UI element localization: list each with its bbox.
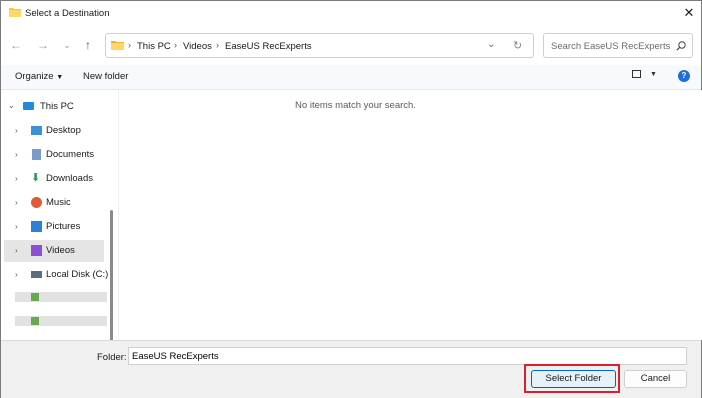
chevron-right-icon[interactable]: ›	[15, 246, 18, 255]
sidebar-item-label: Pictures	[46, 221, 81, 232]
chevron-right-icon[interactable]: ›	[15, 174, 18, 183]
drive-icon	[31, 271, 42, 278]
computer-icon	[23, 102, 34, 110]
command-bar: Organize ▼ New folder ▼ ?	[1, 65, 701, 90]
chevron-right-icon[interactable]: ›	[15, 222, 18, 231]
navigation-pane: ⌄ This PC › Desktop › Documents › ⬇ Down…	[1, 90, 116, 340]
videos-icon	[31, 245, 42, 256]
chevron-right-icon[interactable]: ›	[15, 150, 18, 159]
cancel-button[interactable]: Cancel	[624, 370, 687, 388]
footer-bar: Folder: Select Folder Cancel	[1, 340, 701, 398]
window-title: Select a Destination	[25, 8, 110, 19]
folder-icon	[111, 41, 124, 50]
blurred-drive-icon	[31, 317, 39, 325]
blurred-drive-item	[15, 316, 107, 326]
sidebar-item-label: Desktop	[46, 125, 81, 136]
chevron-right-icon[interactable]: ›	[15, 126, 18, 135]
sidebar-item-label: Downloads	[46, 173, 93, 184]
view-dropdown-icon[interactable]: ▼	[650, 71, 657, 78]
breadcrumb-separator-icon: ›	[174, 40, 177, 50]
search-icon[interactable]	[676, 41, 686, 51]
sidebar-item-videos[interactable]: › Videos	[4, 240, 104, 262]
breadcrumb-separator-icon: ›	[128, 40, 131, 50]
organize-dropdown-icon: ▼	[56, 74, 64, 81]
close-button[interactable]: ✕	[678, 3, 700, 23]
organize-menu[interactable]: Organize ▼	[15, 71, 63, 82]
chevron-down-icon[interactable]: ⌄	[8, 101, 15, 110]
pictures-icon	[31, 221, 42, 232]
organize-label: Organize	[15, 71, 54, 82]
download-arrow-icon: ⬇	[31, 172, 41, 184]
search-box[interactable]: Search EaseUS RecExperts	[543, 33, 693, 58]
sidebar-item-label: Videos	[46, 245, 75, 256]
desktop-icon	[31, 126, 42, 135]
folder-icon	[9, 8, 21, 17]
recent-locations-chevron-icon[interactable]: ⌄	[58, 36, 76, 54]
empty-message: No items match your search.	[295, 100, 416, 111]
refresh-icon[interactable]: ↻	[513, 39, 522, 52]
breadcrumb-this-pc[interactable]: This PC	[137, 41, 171, 52]
breadcrumb-videos[interactable]: Videos	[183, 41, 212, 52]
back-arrow-icon[interactable]: ←	[7, 36, 25, 54]
folder-label: Folder:	[97, 352, 127, 363]
address-history-chevron-icon[interactable]: ⌄	[487, 39, 495, 50]
sidebar-item-label: Local Disk (C:)	[46, 269, 109, 280]
chevron-right-icon[interactable]: ›	[15, 198, 18, 207]
sidebar-item-documents[interactable]: › Documents	[4, 144, 104, 166]
search-input[interactable]: Search EaseUS RecExperts	[551, 41, 670, 52]
sidebar-item-label: This PC	[40, 101, 74, 112]
new-folder-button[interactable]: New folder	[83, 71, 128, 82]
file-list-area[interactable]: No items match your search.	[118, 90, 702, 340]
up-arrow-icon[interactable]: ↑	[79, 36, 97, 54]
blurred-drive-item	[15, 292, 107, 302]
breadcrumb-current[interactable]: EaseUS RecExperts	[225, 41, 312, 52]
help-icon[interactable]: ?	[678, 70, 690, 82]
sidebar-item-this-pc[interactable]: ⌄ This PC	[4, 96, 104, 118]
sidebar-item-label: Music	[46, 197, 71, 208]
sidebar-item-pictures[interactable]: › Pictures	[4, 216, 104, 238]
sidebar-item-local-disk[interactable]: › Local Disk (C:)	[4, 264, 108, 286]
sidebar-item-desktop[interactable]: › Desktop	[4, 120, 104, 142]
address-bar[interactable]: › This PC › Videos › EaseUS RecExperts ⌄…	[105, 33, 534, 58]
chevron-right-icon[interactable]: ›	[15, 270, 18, 279]
dialog-window: Select a Destination ✕ ← → ⌄ ↑ › This PC…	[0, 0, 702, 398]
title-bar: Select a Destination ✕	[1, 1, 701, 26]
navigation-scrollbar[interactable]	[110, 210, 113, 341]
sidebar-item-downloads[interactable]: › ⬇ Downloads	[4, 168, 104, 190]
blurred-drive-icon	[31, 293, 39, 301]
sidebar-item-music[interactable]: › Music	[4, 192, 104, 214]
view-options-icon[interactable]	[632, 70, 641, 78]
forward-arrow-icon[interactable]: →	[34, 36, 52, 54]
music-icon	[31, 197, 42, 208]
documents-icon	[32, 149, 41, 160]
sidebar-item-label: Documents	[46, 149, 95, 160]
folder-name-input[interactable]	[128, 347, 687, 365]
highlight-annotation-box	[524, 364, 620, 393]
breadcrumb-separator-icon: ›	[216, 40, 219, 50]
